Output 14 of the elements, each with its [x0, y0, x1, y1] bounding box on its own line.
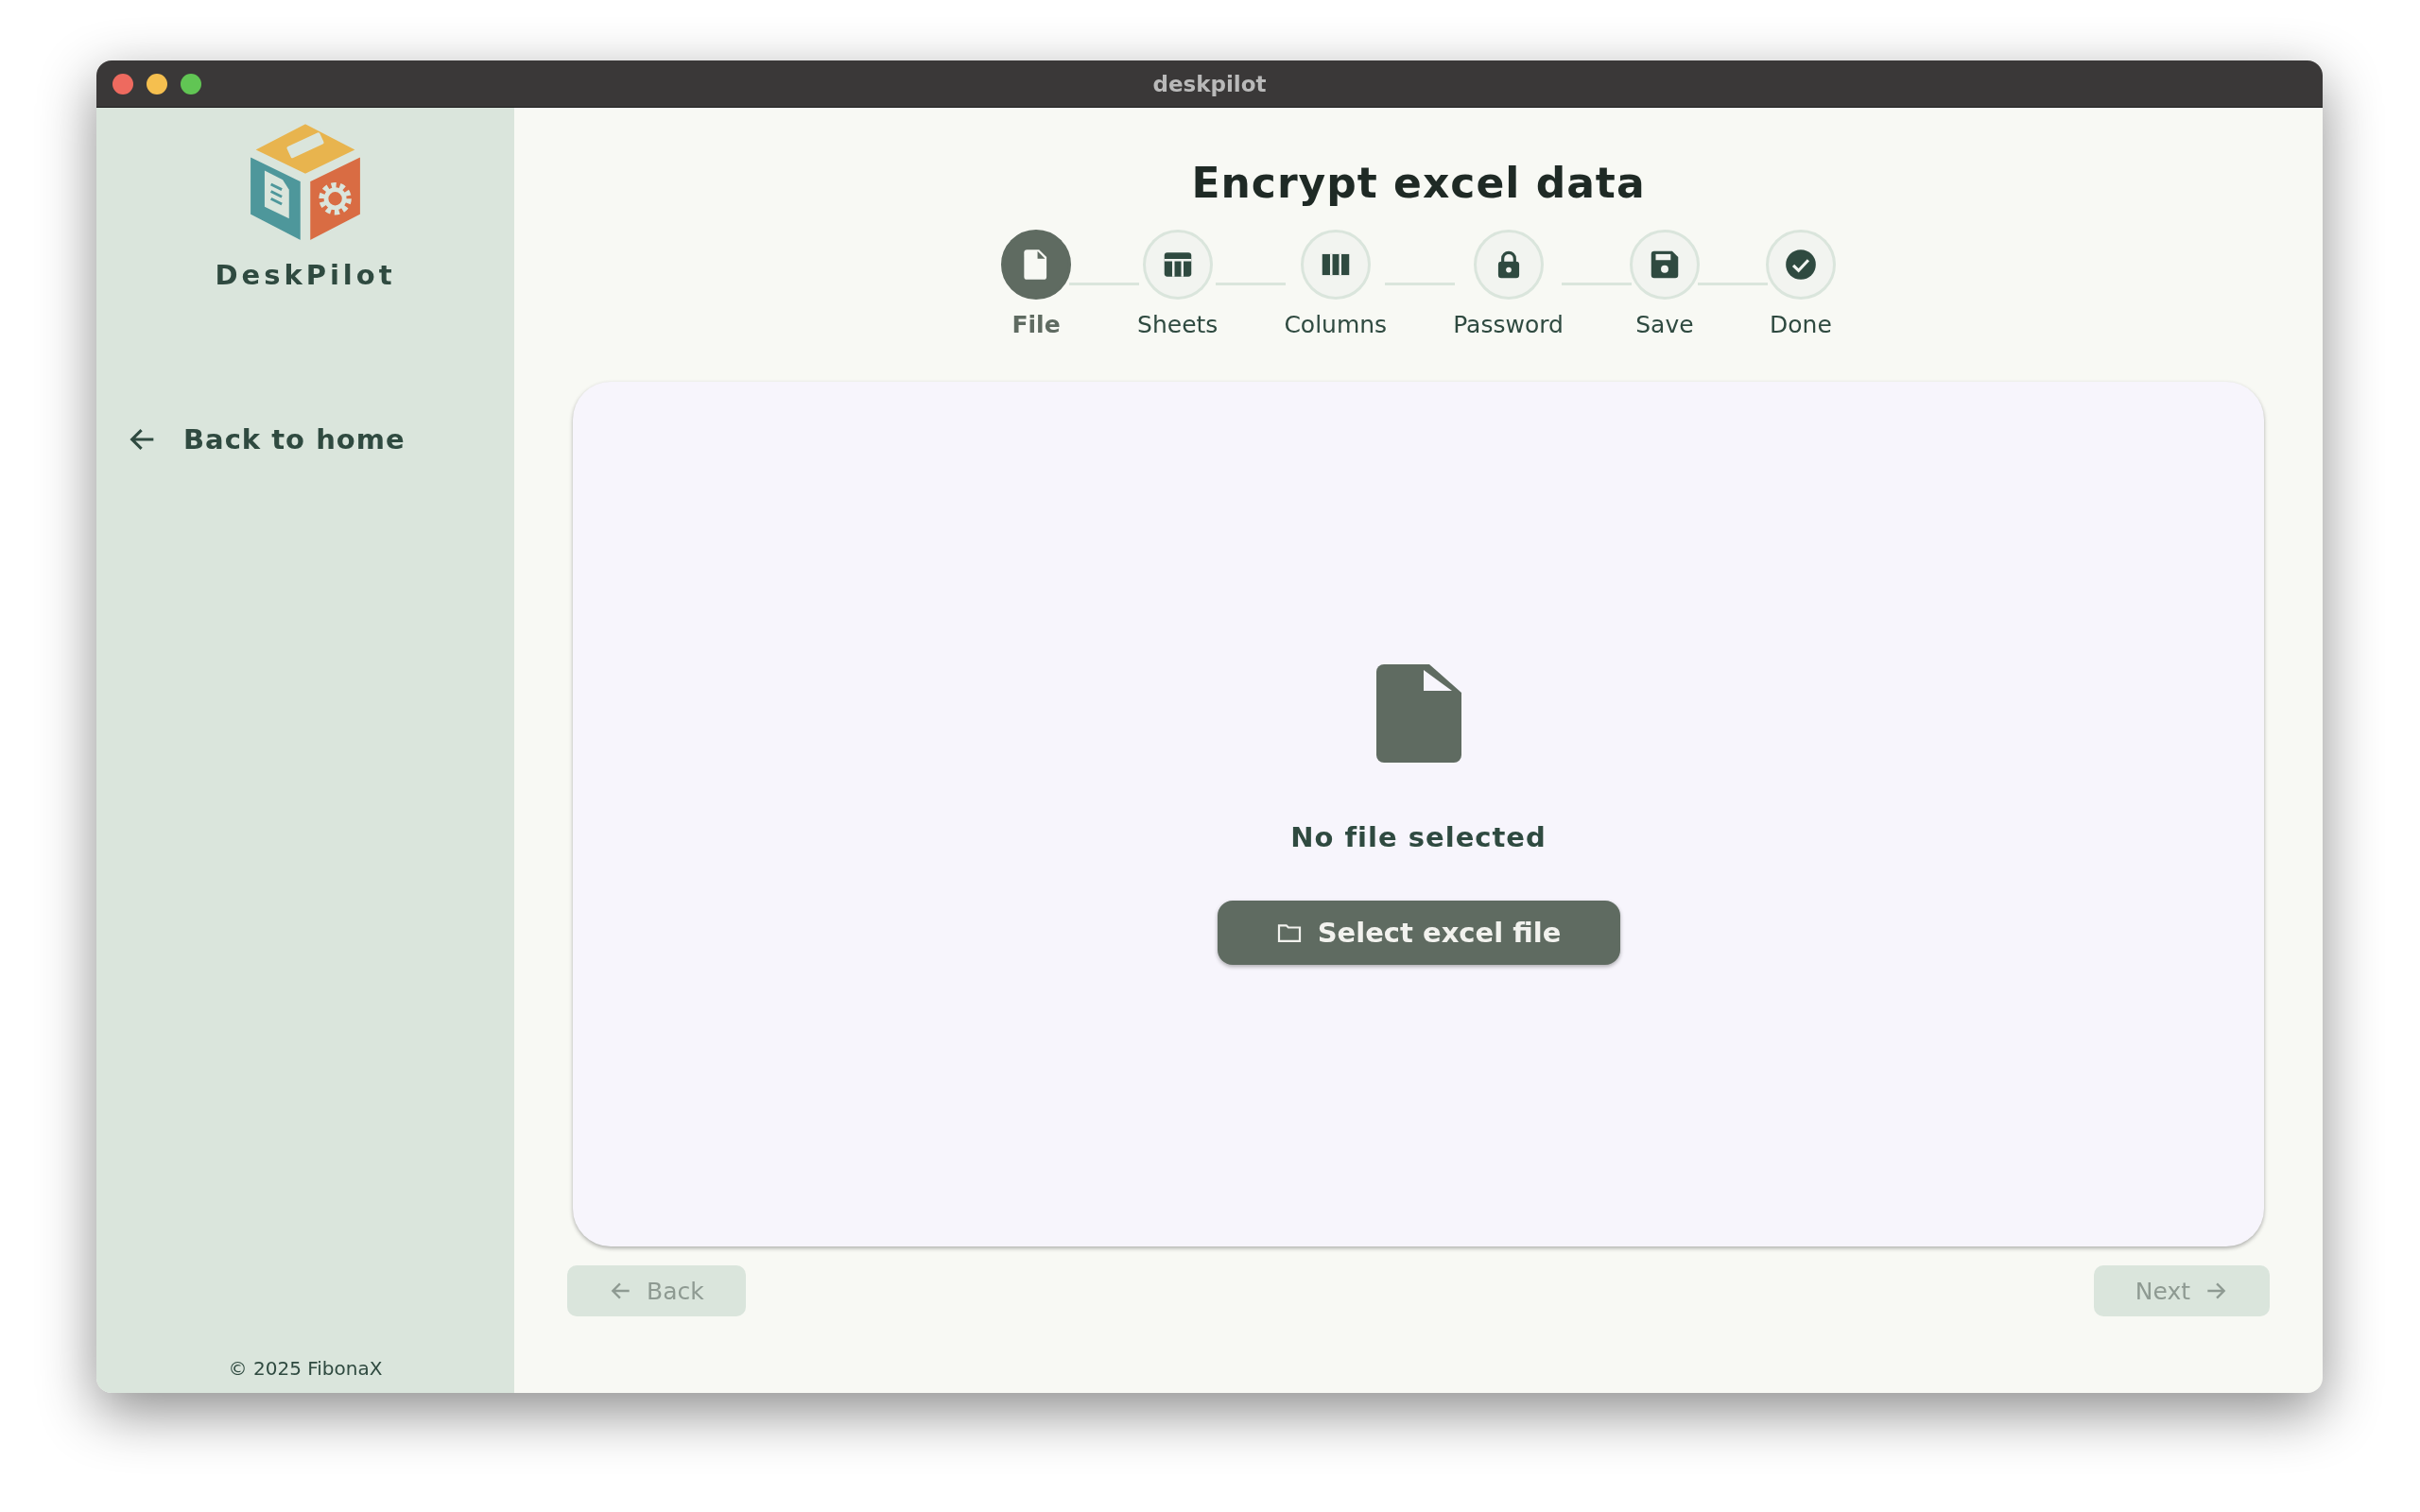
step-tab[interactable]: Columns: [1284, 230, 1388, 338]
page-title: Encrypt excel data: [1191, 159, 1646, 207]
folder-icon: [1275, 921, 1303, 943]
zoom-button[interactable]: [181, 73, 201, 94]
copyright-text: © 2025 FibonaX: [228, 1357, 383, 1380]
window-title: deskpilot: [1152, 71, 1267, 96]
app-name: DeskPilot: [215, 259, 396, 291]
back-to-home-link[interactable]: Back to home: [127, 423, 406, 455]
minimize-button[interactable]: [147, 73, 167, 94]
close-button[interactable]: [112, 73, 133, 94]
step-tab[interactable]: Password: [1453, 230, 1564, 338]
file-icon: [1375, 663, 1461, 763]
status-message: No file selected: [1290, 820, 1547, 853]
select-file-button[interactable]: Select excel file: [1217, 900, 1620, 965]
